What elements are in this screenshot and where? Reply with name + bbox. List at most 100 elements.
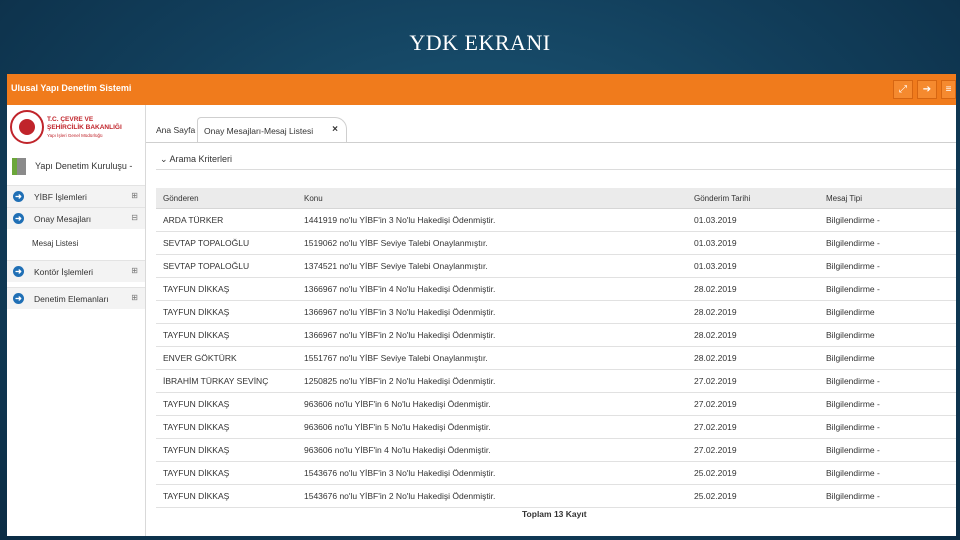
column-header-subject[interactable]: Konu [304, 194, 323, 203]
table-row[interactable]: İBRAHİM TÜRKAY SEVİNÇ 1250825 no'lu YİBF'… [156, 370, 956, 393]
sidebar-item-yibf[interactable]: ➜ YİBF İşlemleri ⊞ [7, 185, 145, 207]
type-cell: Bilgilendirme - [826, 468, 880, 478]
arrow-right-circle-icon: ➜ [13, 213, 24, 224]
column-header-date[interactable]: Gönderim Tarihi [694, 194, 750, 203]
sender-cell: İBRAHİM TÜRKAY SEVİNÇ [163, 376, 269, 386]
sidebar: T.C. ÇEVRE VE ŞEHİRCİLİK BAKANLIĞI Yapı … [7, 105, 146, 536]
tab-label: Onay Mesajları-Mesaj Listesi [204, 126, 314, 136]
search-criteria-panel[interactable]: ⌄ Arama Kriterleri [156, 147, 956, 170]
sender-cell: TAYFUN DİKKAŞ [163, 284, 230, 294]
fullscreen-button[interactable]: ⤢ [893, 80, 913, 99]
subject-cell: 963606 no'lu YİBF'in 6 No'lu Hakedişi Öd… [304, 399, 491, 409]
avatar [12, 158, 26, 175]
message-table: Gönderen Konu Gönderim Tarihi Mesaj Tipi… [156, 188, 956, 508]
subject-cell: 963606 no'lu YİBF'in 5 No'lu Hakedişi Öd… [304, 422, 491, 432]
table-row[interactable]: TAYFUN DİKKAŞ 1366967 no'lu YİBF'in 4 No'… [156, 278, 956, 301]
collapse-icon: ⊟ [131, 213, 138, 222]
sidebar-item-label: Kontör İşlemleri [34, 267, 94, 277]
date-cell: 28.02.2019 [694, 284, 737, 294]
sender-cell: TAYFUN DİKKAŞ [163, 468, 230, 478]
sender-cell: SEVTAP TOPALOĞLU [163, 261, 250, 271]
sidebar-item-kontor[interactable]: ➜ Kontör İşlemleri ⊞ [7, 260, 145, 282]
menu-button[interactable]: ≡ [941, 80, 956, 99]
table-row[interactable]: ENVER GÖKTÜRK 1551767 no'lu YİBF Seviye T… [156, 347, 956, 370]
sender-cell: TAYFUN DİKKAŞ [163, 491, 230, 501]
date-cell: 25.02.2019 [694, 491, 737, 501]
tab-mesaj-listesi[interactable]: Onay Mesajları-Mesaj Listesi × [197, 117, 347, 142]
logout-button[interactable]: ➔ [917, 80, 937, 99]
sidebar-item-denetim-elemanlari[interactable]: ➜ Denetim Elemanları ⊞ [7, 287, 145, 309]
ministry-logo: T.C. ÇEVRE VE ŞEHİRCİLİK BAKANLIĞI Yapı … [10, 110, 140, 150]
table-row[interactable]: ARDA TÜRKER 1441919 no'lu YİBF'in 3 No'lu… [156, 209, 956, 232]
date-cell: 25.02.2019 [694, 468, 737, 478]
table-row[interactable]: TAYFUN DİKKAŞ 1366967 no'lu YİBF'in 3 No'… [156, 301, 956, 324]
type-cell: Bilgilendirme - [826, 215, 880, 225]
date-cell: 28.02.2019 [694, 353, 737, 363]
table-row[interactable]: TAYFUN DİKKAŞ 963606 no'lu YİBF'in 4 No'l… [156, 439, 956, 462]
sidebar-subitem-mesaj-listesi[interactable]: Mesaj Listesi [7, 233, 145, 254]
subject-cell: 1366967 no'lu YİBF'in 3 No'lu Hakedişi Ö… [304, 307, 496, 317]
subject-cell: 1543676 no'lu YİBF'in 3 No'lu Hakedişi Ö… [304, 468, 496, 478]
type-cell: Bilgilendirme [826, 353, 875, 363]
subject-cell: 1366967 no'lu YİBF'in 4 No'lu Hakedişi Ö… [304, 284, 496, 294]
arrow-right-circle-icon: ➜ [13, 191, 24, 202]
date-cell: 27.02.2019 [694, 422, 737, 432]
logo-line-3: Yapı İşleri Genel Müdürlüğü [47, 133, 103, 138]
column-header-sender[interactable]: Gönderen [163, 194, 199, 203]
date-cell: 27.02.2019 [694, 376, 737, 386]
main-content: Ana Sayfa Onay Mesajları-Mesaj Listesi ×… [146, 105, 956, 536]
date-cell: 01.03.2019 [694, 261, 737, 271]
table-row[interactable]: TAYFUN DİKKAŞ 963606 no'lu YİBF'in 6 No'l… [156, 393, 956, 416]
date-cell: 27.02.2019 [694, 399, 737, 409]
type-cell: Bilgilendirme - [826, 261, 880, 271]
expand-icon: ⊞ [131, 293, 138, 302]
close-icon[interactable]: × [332, 124, 338, 135]
sidebar-item-label: Onay Mesajları [34, 214, 92, 224]
subject-cell: 1543676 no'lu YİBF'in 2 No'lu Hakedişi Ö… [304, 491, 496, 501]
table-row[interactable]: TAYFUN DİKKAŞ 963606 no'lu YİBF'in 5 No'l… [156, 416, 956, 439]
search-criteria-label: ⌄ Arama Kriterleri [160, 154, 233, 164]
subject-cell: 1441919 no'lu YİBF'in 3 No'lu Hakedişi Ö… [304, 215, 496, 225]
table-row[interactable]: TAYFUN DİKKAŞ 1543676 no'lu YİBF'in 3 No'… [156, 462, 956, 485]
subject-cell: 1366967 no'lu YİBF'in 2 No'lu Hakedişi Ö… [304, 330, 496, 340]
sender-cell: SEVTAP TOPALOĞLU [163, 238, 250, 248]
table-row[interactable]: SEVTAP TOPALOĞLU 1374521 no'lu YİBF Seviy… [156, 255, 956, 278]
user-menu[interactable]: Yapı Denetim Kuruluşu - [11, 157, 141, 177]
sender-cell: ARDA TÜRKER [163, 215, 224, 225]
subject-cell: 1374521 no'lu YİBF Seviye Talebi Onaylan… [304, 261, 488, 271]
type-cell: Bilgilendirme [826, 307, 875, 317]
expand-icon: ⊞ [131, 191, 138, 200]
table-row[interactable]: TAYFUN DİKKAŞ 1366967 no'lu YİBF'in 2 No'… [156, 324, 956, 347]
user-name: Yapı Denetim Kuruluşu - [35, 161, 133, 171]
type-cell: Bilgilendirme - [826, 422, 880, 432]
date-cell: 27.02.2019 [694, 445, 737, 455]
date-cell: 01.03.2019 [694, 215, 737, 225]
subject-cell: 963606 no'lu YİBF'in 4 No'lu Hakedişi Öd… [304, 445, 491, 455]
tab-home[interactable]: Ana Sayfa [156, 125, 195, 135]
fullscreen-icon: ⤢ [899, 84, 907, 95]
sidebar-item-label: Denetim Elemanları [34, 294, 109, 304]
app-title: Ulusal Yapı Denetim Sistemi [11, 83, 132, 93]
type-cell: Bilgilendirme [826, 330, 875, 340]
type-cell: Bilgilendirme - [826, 445, 880, 455]
sender-cell: ENVER GÖKTÜRK [163, 353, 237, 363]
logo-line-2: ŞEHİRCİLİK BAKANLIĞI [47, 124, 122, 131]
menu-icon: ≡ [945, 84, 952, 95]
sender-cell: TAYFUN DİKKAŞ [163, 445, 230, 455]
date-cell: 28.02.2019 [694, 330, 737, 340]
sender-cell: TAYFUN DİKKAŞ [163, 307, 230, 317]
app-window: Ulusal Yapı Denetim Sistemi ⤢ ➔ ≡ T.C. Ç… [7, 74, 956, 536]
type-cell: Bilgilendirme - [826, 284, 880, 294]
app-header: Ulusal Yapı Denetim Sistemi ⤢ ➔ ≡ [7, 74, 956, 105]
date-cell: 28.02.2019 [694, 307, 737, 317]
logo-line-1: T.C. ÇEVRE VE [47, 116, 94, 123]
subject-cell: 1250825 no'lu YİBF'in 2 No'lu Hakedişi Ö… [304, 376, 496, 386]
type-cell: Bilgilendirme - [826, 399, 880, 409]
table-row[interactable]: TAYFUN DİKKAŞ 1543676 no'lu YİBF'in 2 No'… [156, 485, 956, 508]
table-row[interactable]: SEVTAP TOPALOĞLU 1519062 no'lu YİBF Seviy… [156, 232, 956, 255]
sidebar-item-onay-mesajlari[interactable]: ➜ Onay Mesajları ⊟ [7, 207, 145, 229]
subject-cell: 1551767 no'lu YİBF Seviye Talebi Onaylan… [304, 353, 488, 363]
table-header: Gönderen Konu Gönderim Tarihi Mesaj Tipi [156, 188, 956, 209]
tab-bar: Ana Sayfa Onay Mesajları-Mesaj Listesi × [146, 105, 956, 143]
column-header-type[interactable]: Mesaj Tipi [826, 194, 862, 203]
